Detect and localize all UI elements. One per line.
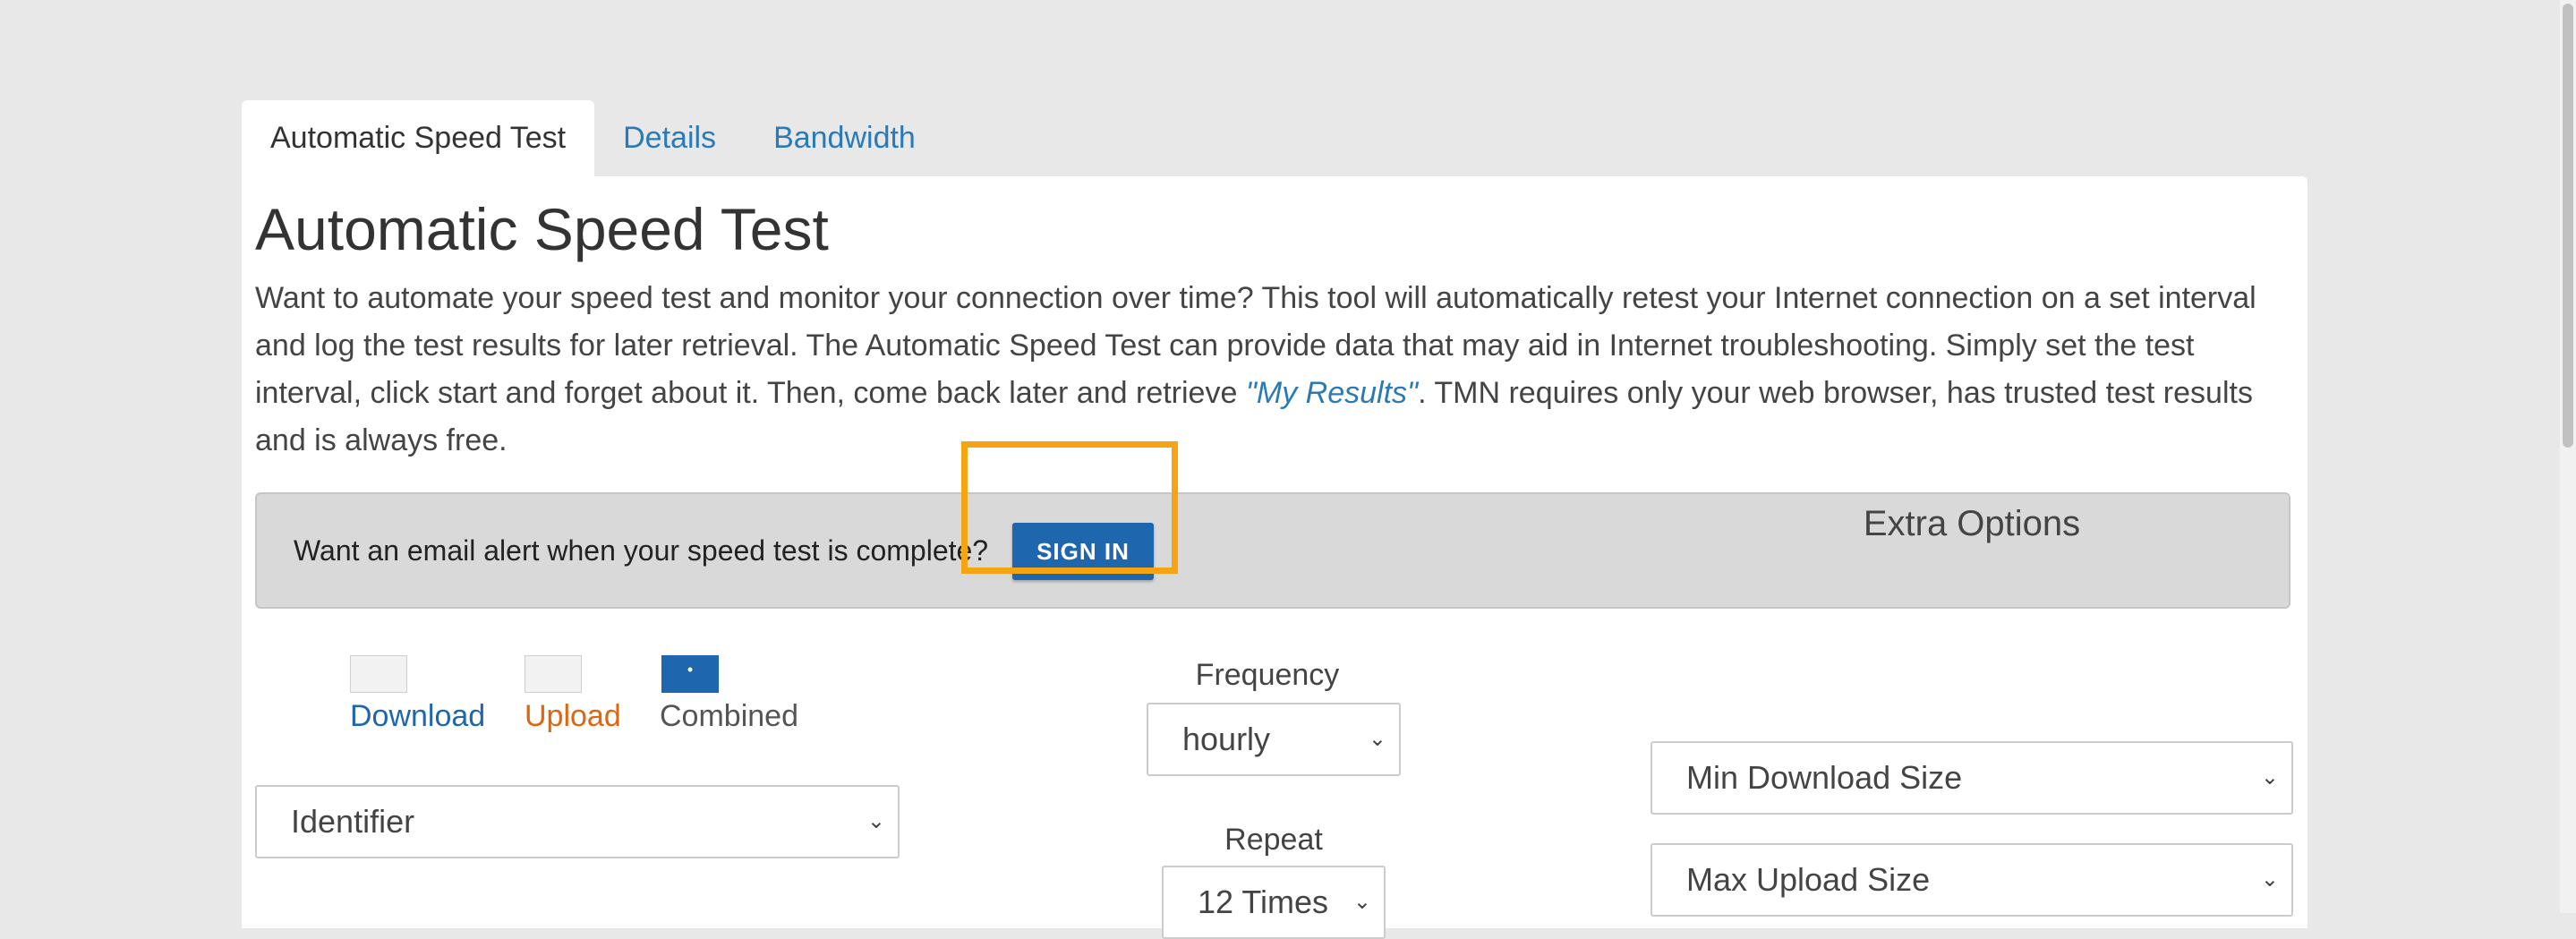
email-alert-text: Want an email alert when your speed test…: [294, 534, 989, 567]
tab-bandwidth[interactable]: Bandwidth: [745, 100, 944, 177]
max-upload-size-select[interactable]: Max Upload Size ⌄: [1651, 843, 2293, 917]
repeat-label: Repeat: [1224, 823, 1323, 857]
extra-options-title: Extra Options: [1863, 504, 2081, 543]
min-download-value: Min Download Size: [1686, 759, 1963, 796]
scrollbar[interactable]: [2560, 0, 2576, 913]
chevron-down-icon: ⌄: [866, 809, 885, 833]
repeat-value: 12 Times: [1198, 884, 1329, 920]
frequency-select[interactable]: hourly ⌄: [1147, 703, 1401, 776]
chevron-down-icon: ⌄: [2260, 765, 2279, 790]
combined-toggle[interactable]: •: [661, 655, 719, 693]
download-label: Download: [350, 699, 486, 733]
frequency-label: Frequency: [1195, 658, 1340, 692]
min-download-size-select[interactable]: Min Download Size ⌄: [1651, 741, 2293, 815]
tab-bar: Automatic Speed Test Details Bandwidth: [242, 100, 944, 177]
main-panel: Automatic Speed Test Want to automate yo…: [242, 176, 2307, 939]
chevron-down-icon: ⌄: [1352, 890, 1371, 914]
intro-paragraph: Want to automate your speed test and mon…: [255, 275, 2287, 465]
combined-label: Combined: [660, 699, 798, 733]
sign-in-button[interactable]: SIGN IN: [1012, 523, 1154, 580]
page-title: Automatic Speed Test: [255, 196, 829, 262]
identifier-value: Identifier: [291, 803, 415, 840]
max-upload-value: Max Upload Size: [1686, 861, 1931, 898]
tab-automatic-speed-test[interactable]: Automatic Speed Test: [242, 100, 595, 177]
upload-toggle[interactable]: [525, 655, 582, 693]
frequency-value: hourly: [1182, 721, 1271, 757]
chevron-down-icon: ⌄: [1368, 727, 1386, 751]
my-results-link[interactable]: "My Results": [1246, 376, 1418, 410]
identifier-select[interactable]: Identifier ⌄: [255, 785, 900, 858]
chevron-down-icon: ⌄: [2260, 867, 2279, 892]
repeat-select[interactable]: 12 Times ⌄: [1162, 866, 1386, 939]
download-toggle[interactable]: [350, 655, 407, 693]
tab-details[interactable]: Details: [594, 100, 745, 177]
upload-label: Upload: [525, 699, 621, 733]
scrollbar-thumb[interactable]: [2563, 4, 2573, 448]
